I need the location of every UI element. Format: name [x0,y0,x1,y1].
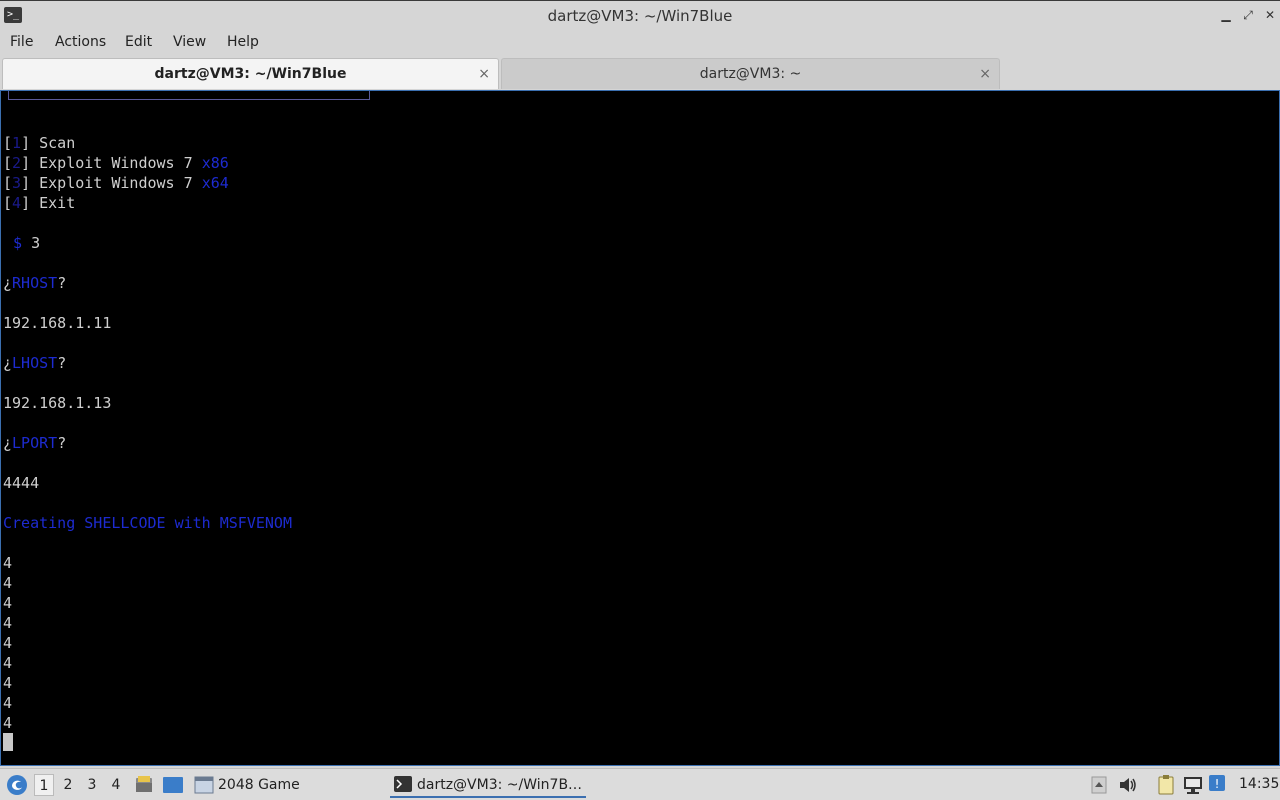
output-line: 4 [3,694,13,712]
window-title: dartz@VM3: ~/Win7Blue [547,7,733,25]
lport-value: 4444 [3,474,40,492]
start-menu-icon[interactable] [6,774,28,796]
menu-option: [1] Scan [3,134,76,152]
menu-option: [2] Exploit Windows 7 x86 [3,154,229,172]
task-label: dartz@VM3: ~/Win7B… [417,777,583,793]
volume-icon[interactable] [1118,775,1138,795]
task-label: 2048 Game [218,777,300,793]
output-line: 4 [3,674,13,692]
prompt-symbol: $ [13,234,23,252]
tab-bar: dartz@VM3: ~/Win7Blue × dartz@VM3: ~ × [0,56,1280,90]
menu-actions[interactable]: Actions [55,34,106,50]
output-line: 4 [3,614,13,632]
clipboard-icon[interactable] [1156,774,1176,796]
update-icon[interactable]: ! [1208,774,1228,794]
lhost-value: 192.168.1.13 [3,394,112,412]
desktop-4[interactable]: 4 [106,774,126,796]
tab-label: dartz@VM3: ~/Win7Blue [154,66,347,82]
terminal-icon [394,776,412,792]
svg-text:!: ! [1215,777,1220,791]
network-icon[interactable] [1182,775,1204,795]
taskbar: 1 2 3 4 2048 Game dartz@VM3: ~/Win7B… ! … [0,768,1280,800]
prompt-input: 3 [31,234,41,252]
menu-bar: File Actions Edit View Help [0,30,1280,56]
maximize-icon[interactable]: ⤢ [1240,7,1256,23]
desktop-3[interactable]: 3 [82,774,102,796]
desktop-2[interactable]: 2 [58,774,78,796]
output-line: 4 [3,654,13,672]
status-message: Creating SHELLCODE with MSFVENOM [3,514,292,532]
output-line: 4 [3,574,13,592]
output-line: 4 [3,634,13,652]
tab-win7blue[interactable]: dartz@VM3: ~/Win7Blue × [2,58,499,89]
minimize-icon[interactable]: ▁ [1218,7,1234,23]
window-titlebar[interactable]: >_ dartz@VM3: ~/Win7Blue ▁ ⤢ ✕ [0,0,1280,30]
tab-close-icon[interactable]: × [979,59,991,89]
task-2048-game[interactable]: 2048 Game [192,772,382,798]
file-manager-icon[interactable] [134,775,154,795]
rhost-value: 192.168.1.11 [3,314,112,332]
close-icon[interactable]: ✕ [1262,7,1278,23]
tab-close-icon[interactable]: × [478,59,490,89]
window-icon [194,776,214,794]
prompt-line: $ 3 [13,233,40,253]
menu-option: [4] Exit [3,194,76,212]
show-desktop-icon[interactable] [162,775,184,795]
tab-home[interactable]: dartz@VM3: ~ × [501,58,1000,89]
banner-box [8,91,370,100]
rhost-question: ¿RHOST? [3,274,67,292]
output-line: 4 [3,714,13,732]
lhost-question: ¿LHOST? [3,354,67,372]
tab-label: dartz@VM3: ~ [699,66,802,82]
tray-up-icon[interactable] [1091,776,1107,794]
desktop-1[interactable]: 1 [34,774,54,796]
task-terminal[interactable]: dartz@VM3: ~/Win7B… [390,772,586,798]
lport-question: ¿LPORT? [3,434,67,452]
terminal-cursor [3,733,13,751]
menu-file[interactable]: File [10,34,33,50]
output-line: 4 [3,554,13,572]
menu-view[interactable]: View [173,34,206,50]
terminal-area[interactable]: [1] Scan [2] Exploit Windows 7 x86 [3] E… [0,90,1280,766]
menu-help[interactable]: Help [227,34,259,50]
menu-option: [3] Exploit Windows 7 x64 [3,174,229,192]
output-line: 4 [3,594,13,612]
menu-edit[interactable]: Edit [125,34,152,50]
clock[interactable]: 14:35 [1239,776,1279,792]
